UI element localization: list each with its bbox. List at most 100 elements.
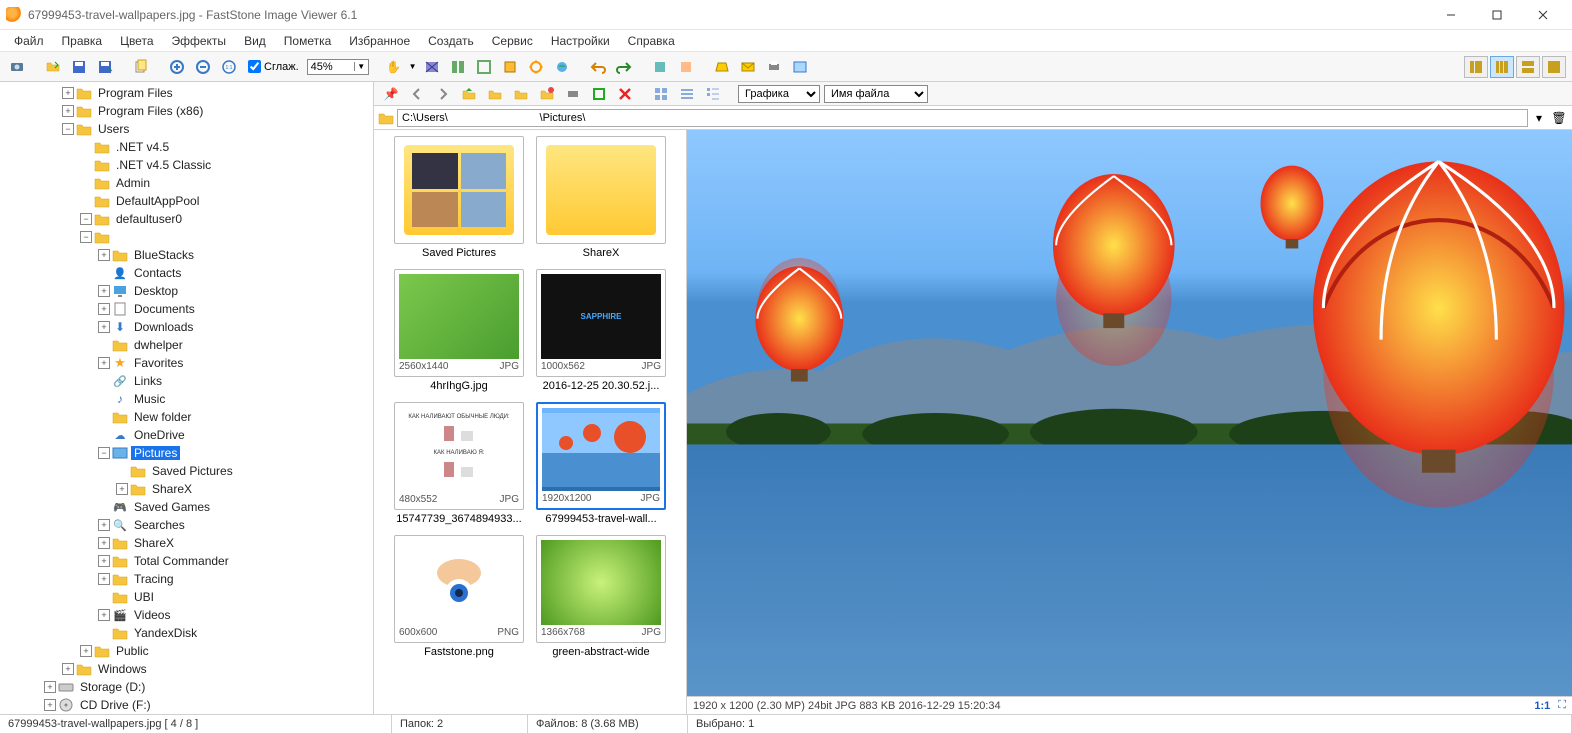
thumbnail[interactable]: 600x600PNGFaststone.png bbox=[394, 535, 524, 658]
open-icon[interactable] bbox=[42, 56, 64, 78]
export-icon[interactable] bbox=[588, 83, 610, 105]
tree-expander[interactable]: − bbox=[98, 447, 110, 459]
tree-expander[interactable] bbox=[98, 501, 110, 513]
tree-item[interactable]: 🎮Saved Games bbox=[0, 498, 373, 516]
tree-item[interactable]: YandexDisk bbox=[0, 624, 373, 642]
tree-item[interactable]: +Documents bbox=[0, 300, 373, 318]
thumbnail[interactable]: 1920x1200JPG67999453-travel-wall... bbox=[536, 402, 666, 525]
menu-Правка[interactable]: Правка bbox=[54, 32, 111, 50]
thumbnail[interactable]: 2560x1440JPG4hrIhgG.jpg bbox=[394, 269, 524, 392]
tree-expander[interactable] bbox=[98, 375, 110, 387]
thumbnail[interactable]: ShareX bbox=[536, 136, 666, 259]
back-icon[interactable] bbox=[406, 83, 428, 105]
tree-expander[interactable]: + bbox=[62, 87, 74, 99]
undo-icon[interactable] bbox=[587, 56, 609, 78]
menu-Эффекты[interactable]: Эффекты bbox=[164, 32, 235, 50]
menu-Справка[interactable]: Справка bbox=[620, 32, 683, 50]
up-folder-icon[interactable] bbox=[458, 83, 480, 105]
tree-item[interactable]: dwhelper bbox=[0, 336, 373, 354]
tree-item[interactable]: +ShareX bbox=[0, 480, 373, 498]
tree-item[interactable]: +Program Files bbox=[0, 84, 373, 102]
tree-expander[interactable] bbox=[80, 159, 92, 171]
tree-expander[interactable]: + bbox=[44, 699, 56, 711]
tree-expander[interactable] bbox=[80, 141, 92, 153]
layout-mode-4[interactable] bbox=[1542, 56, 1566, 78]
sort-select[interactable]: Имя файла bbox=[824, 85, 928, 103]
tree-expander[interactable] bbox=[98, 267, 110, 279]
path-input[interactable] bbox=[397, 109, 1528, 127]
tree-item[interactable]: +BlueStacks bbox=[0, 246, 373, 264]
tree-expander[interactable] bbox=[116, 465, 128, 477]
tree-item[interactable]: DefaultAppPool bbox=[0, 192, 373, 210]
home-folder-icon[interactable] bbox=[510, 83, 532, 105]
tree-expander[interactable] bbox=[98, 591, 110, 603]
tree-item[interactable]: +Total Commander bbox=[0, 552, 373, 570]
folder-tree[interactable]: +Program Files+Program Files (x86)−Users… bbox=[0, 82, 374, 714]
scan-icon[interactable] bbox=[711, 56, 733, 78]
tree-expander[interactable] bbox=[98, 411, 110, 423]
tree-expander[interactable]: + bbox=[98, 537, 110, 549]
zoom-input[interactable] bbox=[308, 60, 354, 74]
tree-item[interactable]: .NET v4.5 Classic bbox=[0, 156, 373, 174]
menu-Пометка[interactable]: Пометка bbox=[276, 32, 340, 50]
zoom-dropdown-icon[interactable]: ▼ bbox=[354, 62, 368, 71]
rotate-right-icon[interactable] bbox=[675, 56, 697, 78]
tree-item[interactable]: ♪Music bbox=[0, 390, 373, 408]
layout-mode-1[interactable] bbox=[1464, 56, 1488, 78]
tree-expander[interactable]: + bbox=[98, 285, 110, 297]
email-icon[interactable] bbox=[737, 56, 759, 78]
layout-mode-3[interactable] bbox=[1516, 56, 1540, 78]
tree-item[interactable]: −defaultuser0 bbox=[0, 210, 373, 228]
copy-icon[interactable] bbox=[130, 56, 152, 78]
settings-icon[interactable] bbox=[789, 56, 811, 78]
tree-item[interactable]: 👤Contacts bbox=[0, 264, 373, 282]
view-list-icon[interactable] bbox=[676, 83, 698, 105]
tree-item[interactable]: .NET v4.5 bbox=[0, 138, 373, 156]
tree-expander[interactable]: + bbox=[98, 519, 110, 531]
thumbnail[interactable]: Saved Pictures bbox=[394, 136, 524, 259]
rotate-left-icon[interactable] bbox=[649, 56, 671, 78]
path-dropdown-icon[interactable]: ▾ bbox=[1531, 111, 1547, 125]
save-icon[interactable] bbox=[68, 56, 90, 78]
tree-item[interactable]: +⬇Downloads bbox=[0, 318, 373, 336]
zoom-combo[interactable]: ▼ bbox=[307, 59, 369, 75]
tree-expander[interactable]: + bbox=[80, 645, 92, 657]
menu-Цвета[interactable]: Цвета bbox=[112, 32, 161, 50]
tree-item[interactable]: +Windows bbox=[0, 660, 373, 678]
maximize-button[interactable] bbox=[1474, 0, 1520, 30]
print-small-icon[interactable] bbox=[562, 83, 584, 105]
thumbnail[interactable]: КАК НАЛИВАЮТ ОБЫЧНЫЕ ЛЮДИ:КАК НАЛИВАЮ Я:… bbox=[394, 402, 524, 525]
tree-expander[interactable] bbox=[98, 339, 110, 351]
tree-expander[interactable]: + bbox=[98, 303, 110, 315]
tree-item[interactable]: −Pictures bbox=[0, 444, 373, 462]
tree-item[interactable]: 🔗Links bbox=[0, 372, 373, 390]
trash-icon[interactable]: 🗑 bbox=[1550, 111, 1568, 125]
crop-icon[interactable] bbox=[499, 56, 521, 78]
tree-expander[interactable]: + bbox=[98, 249, 110, 261]
menu-Избранное[interactable]: Избранное bbox=[341, 32, 418, 50]
menu-Файл[interactable]: Файл bbox=[6, 32, 52, 50]
print-icon[interactable] bbox=[763, 56, 785, 78]
minimize-button[interactable] bbox=[1428, 0, 1474, 30]
zoomin-icon[interactable] bbox=[166, 56, 188, 78]
tree-expander[interactable]: − bbox=[80, 231, 92, 243]
tree-expander[interactable]: + bbox=[116, 483, 128, 495]
tree-expander[interactable]: + bbox=[98, 321, 110, 333]
tree-item[interactable]: +🔍Searches bbox=[0, 516, 373, 534]
tree-item[interactable]: ☁OneDrive bbox=[0, 426, 373, 444]
redo-icon[interactable] bbox=[613, 56, 635, 78]
fit-icon[interactable]: ⛶ bbox=[1558, 699, 1566, 712]
tree-expander[interactable] bbox=[98, 393, 110, 405]
close-button[interactable] bbox=[1520, 0, 1566, 30]
tree-item[interactable]: +Tracing bbox=[0, 570, 373, 588]
adjust-icon[interactable] bbox=[525, 56, 547, 78]
zoom-actual-icon[interactable]: 1:1 bbox=[218, 56, 240, 78]
tree-expander[interactable]: + bbox=[62, 105, 74, 117]
hand-dropdown-icon[interactable]: ▼ bbox=[409, 62, 417, 71]
acquire-icon[interactable] bbox=[6, 56, 28, 78]
tree-expander[interactable] bbox=[98, 429, 110, 441]
smooth-checkbox[interactable]: Сглаж. bbox=[248, 60, 299, 73]
render-mode-select[interactable]: Графика bbox=[738, 85, 820, 103]
fullscreen-icon[interactable] bbox=[473, 56, 495, 78]
zoomout-icon[interactable] bbox=[192, 56, 214, 78]
